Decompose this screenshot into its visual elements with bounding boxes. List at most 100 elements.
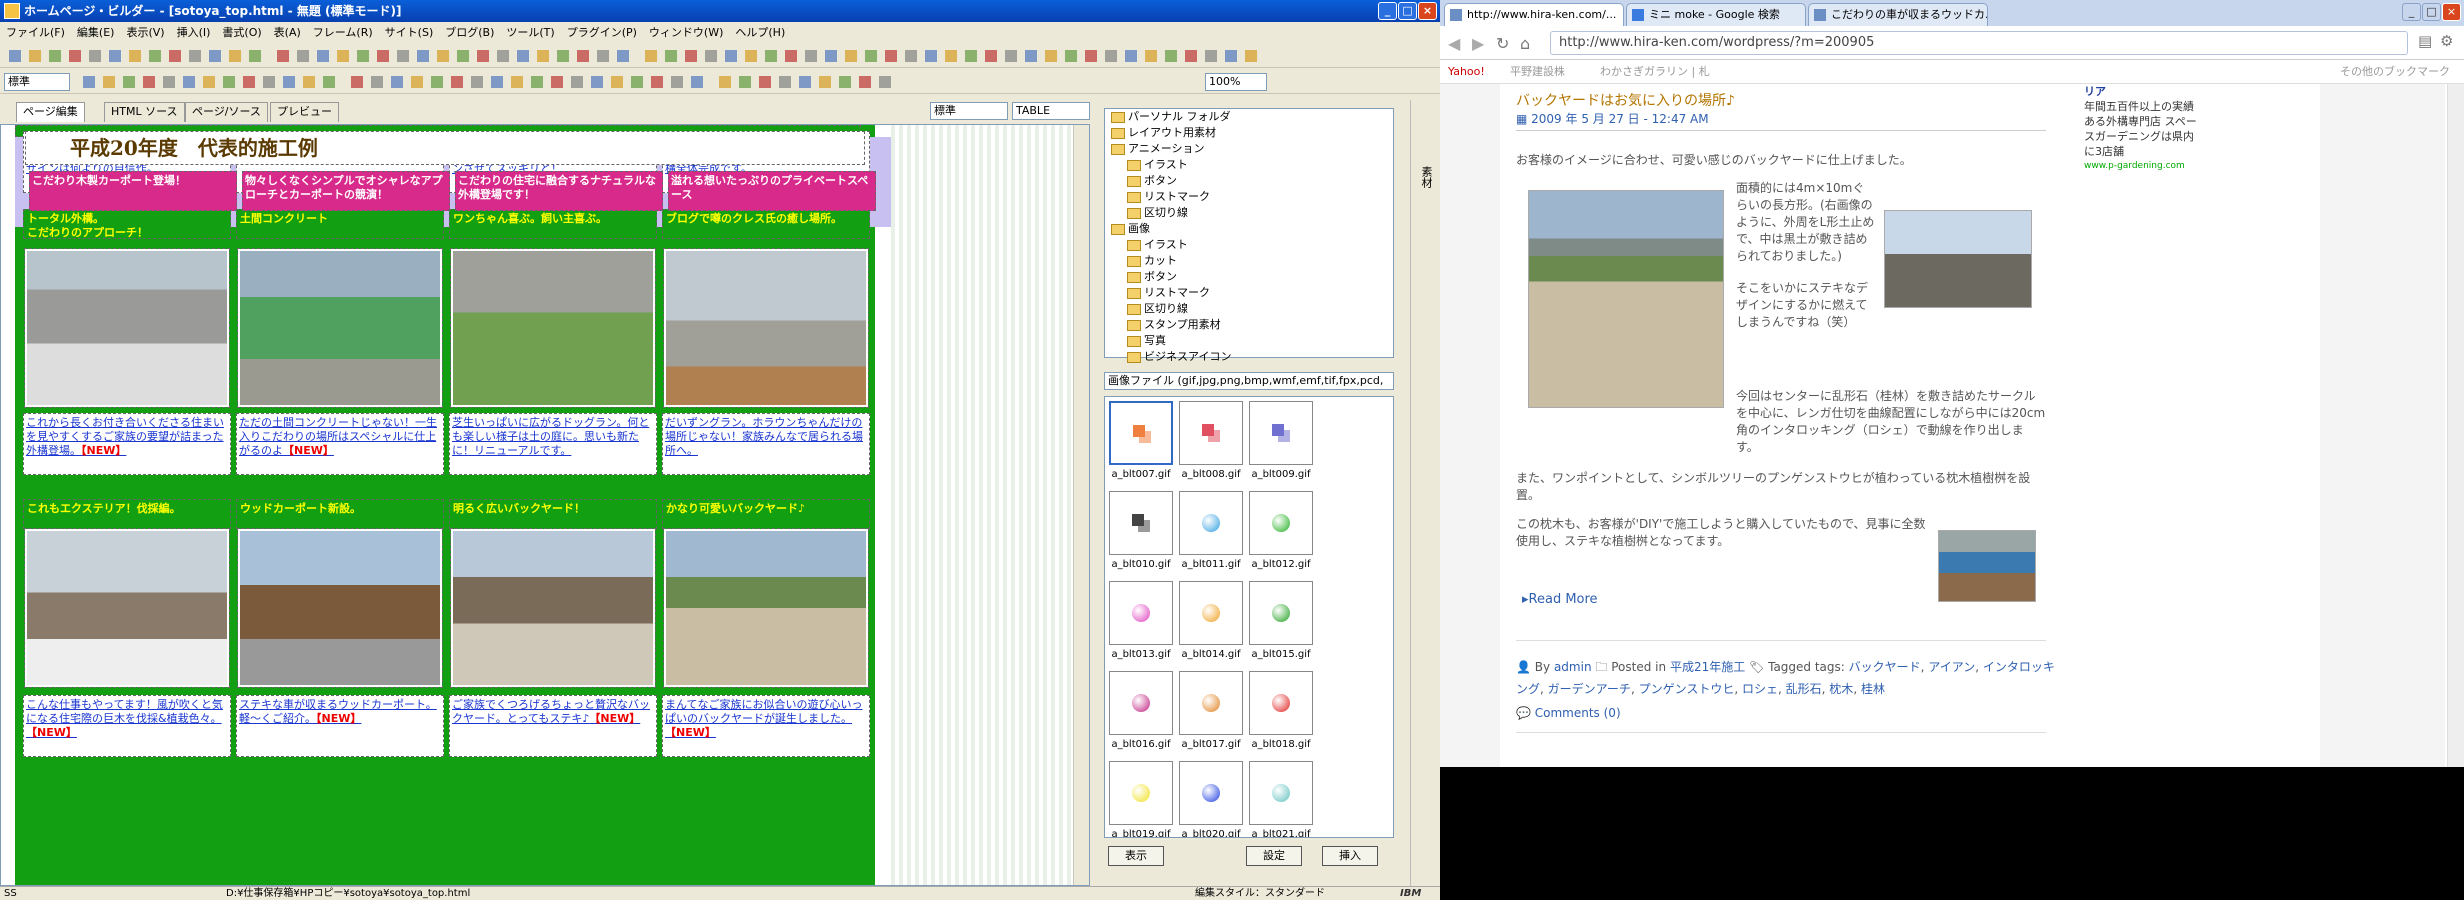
blurb-cell[interactable]: まんてなご家族にお似合いの遊び心いっぱいのバックヤードが誕生しました。【NEW】 [662,695,870,757]
author-link[interactable]: admin [1554,660,1592,674]
toolbar-button[interactable] [186,47,204,65]
toolbar-button[interactable] [146,47,164,65]
tree-item[interactable]: 写真 [1105,333,1393,349]
toolbar-button[interactable] [682,47,700,65]
toolbar-button[interactable] [762,47,780,65]
bookmark-3[interactable]: わかさぎガラリン | 札 [1600,60,1710,84]
thumbnail[interactable] [1249,671,1313,735]
work-photo[interactable] [237,528,443,688]
thumbnail-list[interactable]: a_blt007.gif a_blt008.gif a_blt009.gif a_bl… [1104,396,1394,838]
toolbar-button[interactable] [736,73,754,91]
menu-item[interactable]: 編集(E) [71,22,121,44]
tree-item[interactable]: アニメーション [1105,141,1393,157]
settings-button[interactable]: 設定 [1246,846,1302,866]
tree-item[interactable]: レイアウト用素材 [1105,125,1393,141]
toolbar-button[interactable] [594,47,612,65]
work-photo[interactable] [24,528,230,688]
tools-menu-icon[interactable]: ⚙ [2440,32,2453,50]
browser-minimize-button[interactable]: _ [2402,3,2421,21]
toolbar-button[interactable] [334,47,352,65]
view-button[interactable]: 表示 [1108,846,1164,866]
editor-scrollbar[interactable] [1073,125,1089,885]
toolbar-button[interactable] [514,47,532,65]
toolbar-button[interactable] [688,73,706,91]
tag-link[interactable]: ガーデンアーチ [1548,682,1631,696]
toolbar-button[interactable] [314,47,332,65]
toolbar-button[interactable] [414,47,432,65]
toolbar-button[interactable] [66,47,84,65]
menu-item[interactable]: 挿入(I) [171,22,217,44]
toolbar-button[interactable] [648,73,666,91]
tab-page-source[interactable]: ページ/ソース [185,102,268,122]
tree-item[interactable]: リストマーク [1105,189,1393,205]
page-menu-icon[interactable]: ▤ [2418,32,2432,50]
toolbar-button[interactable] [1142,47,1160,65]
bottom-heading[interactable]: 物々しくなくシンプルでオシャレなアプローチとカーポートの競演！ [242,171,450,211]
toolbar-button[interactable] [722,47,740,65]
toolbar-button[interactable] [206,47,224,65]
toolbar-button[interactable] [6,47,24,65]
tree-item[interactable]: 区切り線 [1105,205,1393,221]
menu-item[interactable]: プラグイン(P) [561,22,643,44]
toolbar-button[interactable] [568,73,586,91]
toolbar-button[interactable] [140,73,158,91]
toolbar-button[interactable] [548,73,566,91]
tree-item[interactable]: スタンプ用素材 [1105,317,1393,333]
tree-item[interactable]: 区切り線 [1105,301,1393,317]
toolbar-button[interactable] [876,73,894,91]
edit-canvas[interactable]: アプローチやプライベートエリアにこだわりアリ！お話しながら決め手の外構デザインは… [0,124,1090,886]
toolbar-button[interactable] [454,47,472,65]
insert-button[interactable]: 挿入 [1322,846,1378,866]
menu-item[interactable]: 表(A) [268,22,307,44]
home-icon[interactable]: ⌂ [1520,34,1530,53]
tree-item[interactable]: カット [1105,253,1393,269]
toolbar-button[interactable] [120,73,138,91]
blurb-text[interactable]: だいずングラン。ホラウンちゃんだけの場所じゃない！家族みんなで居られる場所へ。 [665,416,863,457]
tab-preview[interactable]: プレビュー [270,102,339,122]
toolbar-button[interactable] [982,47,1000,65]
toolbar-button[interactable] [160,73,178,91]
toolbar-button[interactable] [448,73,466,91]
thumbnail[interactable] [1179,761,1243,825]
tree-item[interactable]: ボタン [1105,173,1393,189]
toolbar-button[interactable] [80,73,98,91]
toolbar-button[interactable] [300,73,318,91]
comments-link[interactable]: 💬 Comments (0) [1516,706,1621,720]
zoom-select[interactable]: 100% [1205,73,1267,91]
toolbar-button[interactable] [528,73,546,91]
tab-page-edit[interactable]: ページ編集 [16,102,85,122]
work-photo[interactable] [663,528,869,688]
toolbar-button[interactable] [782,47,800,65]
browser-maximize-button[interactable]: □ [2422,3,2441,21]
toolbar-button[interactable] [86,47,104,65]
minimize-button[interactable]: _ [1378,2,1397,20]
blurb-cell[interactable]: ただの土間コンクリートじゃない！一生入りこだわりの場所はスペシャルに仕上がるのよ… [236,413,444,475]
tree-item[interactable]: ビジネスアイコン [1105,349,1393,365]
blurb-cell[interactable]: こんな仕事もやってます！風が吹くと気になる住宅際の巨木を伐採&植栽色々。【NEW… [23,695,231,757]
thumbnail[interactable] [1109,491,1173,555]
toolbar-button[interactable] [742,47,760,65]
browser-scrollbar[interactable] [2447,84,2464,767]
blurb-text[interactable]: これから長くお付き合いくださる住まいを見やすくするご家族の要望が詰まった外構登場… [26,416,224,457]
thumbnail[interactable] [1249,761,1313,825]
toolbar-button[interactable] [1042,47,1060,65]
toolbar-button[interactable] [942,47,960,65]
menu-item[interactable]: 書式(O) [216,22,267,44]
work-photo[interactable] [450,248,656,408]
toolbar-button[interactable] [106,47,124,65]
toolbar-button[interactable] [662,47,680,65]
toolbar-button[interactable] [46,47,64,65]
tag-link[interactable]: バックヤード [1849,660,1921,674]
back-icon[interactable]: ◀ [1448,34,1460,53]
toolbar-button[interactable] [274,47,292,65]
toolbar-button[interactable] [200,73,218,91]
menu-item[interactable]: サイト(S) [379,22,440,44]
bottom-heading[interactable]: 溢れる想いたっぷりのプライベートスペース [668,171,876,211]
thumbnail[interactable] [1179,491,1243,555]
toolbar-button[interactable] [922,47,940,65]
browser-tab-1[interactable]: http://www.hira-ken.com/... [1444,3,1624,26]
maximize-button[interactable]: □ [1398,2,1417,20]
toolbar-button[interactable] [856,73,874,91]
blurb-cell[interactable]: ステキな車が収まるウッドカーポート。軽〜くご紹介。【NEW】 [236,695,444,757]
thumbnail[interactable] [1179,401,1243,465]
